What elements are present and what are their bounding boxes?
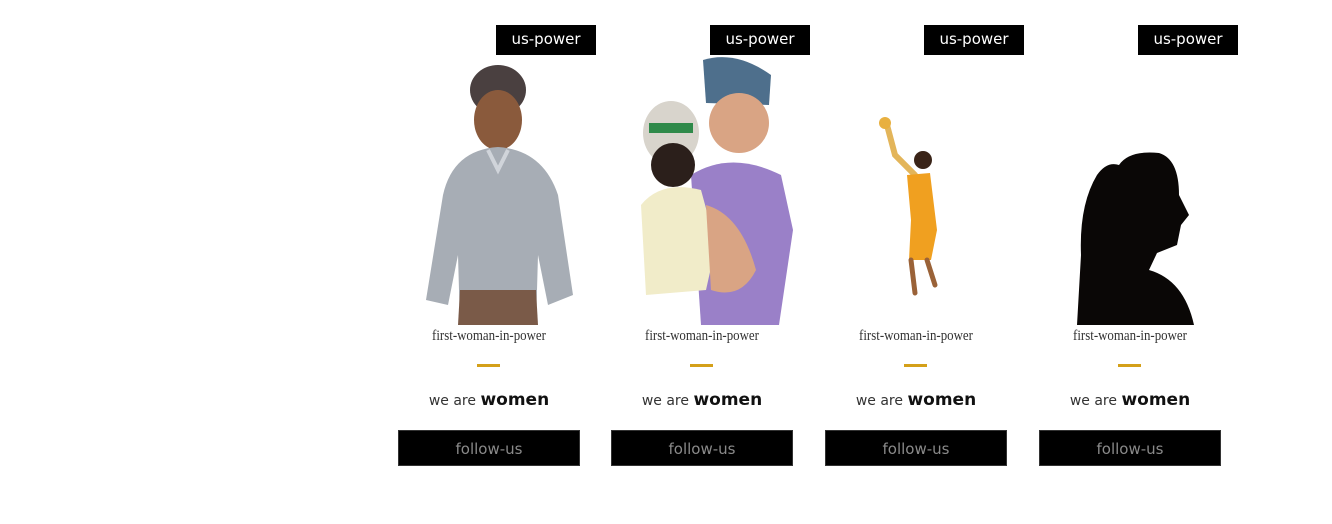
person-name: first-woman-in-power — [859, 328, 973, 344]
profile-card: us-power first-woman-in-power we are wom… — [611, 0, 811, 524]
mother-and-baby-photo — [621, 55, 801, 325]
us-power-badge[interactable]: us-power — [710, 25, 810, 55]
person-name: first-woman-in-power — [432, 328, 546, 344]
tagline-prefix: we are — [641, 393, 689, 409]
tagline-prefix: we are — [1069, 393, 1117, 409]
dancer-photo — [835, 55, 1015, 325]
accent-divider — [477, 364, 500, 367]
profile-card: us-power first-woman-in-power we are wom… — [1039, 0, 1239, 524]
profile-card: us-power first-woman-in-power we are wom… — [398, 0, 598, 524]
us-power-badge[interactable]: us-power — [924, 25, 1024, 55]
us-power-badge[interactable]: us-power — [1138, 25, 1238, 55]
follow-us-button[interactable]: follow-us — [611, 430, 793, 466]
silhouette-photo — [1049, 55, 1229, 325]
tagline-bold: women — [907, 390, 977, 410]
profile-card: us-power first-woman-in-power we are wom… — [825, 0, 1025, 524]
tagline: we are women — [825, 390, 1007, 410]
tagline-bold: women — [1121, 390, 1191, 410]
accent-divider — [1118, 364, 1141, 367]
person-name: first-woman-in-power — [645, 328, 759, 344]
person-name: first-woman-in-power — [1073, 328, 1187, 344]
follow-us-button[interactable]: follow-us — [825, 430, 1007, 466]
accent-divider — [690, 364, 713, 367]
tagline-prefix: we are — [855, 393, 903, 409]
follow-us-button[interactable]: follow-us — [398, 430, 580, 466]
tagline: we are women — [1039, 390, 1221, 410]
us-power-badge[interactable]: us-power — [496, 25, 596, 55]
tagline: we are women — [611, 390, 793, 410]
child-photo — [408, 55, 588, 325]
tagline-bold: women — [693, 390, 763, 410]
tagline-bold: women — [480, 390, 550, 410]
follow-us-button[interactable]: follow-us — [1039, 430, 1221, 466]
accent-divider — [904, 364, 927, 367]
tagline-prefix: we are — [428, 393, 476, 409]
tagline: we are women — [398, 390, 580, 410]
